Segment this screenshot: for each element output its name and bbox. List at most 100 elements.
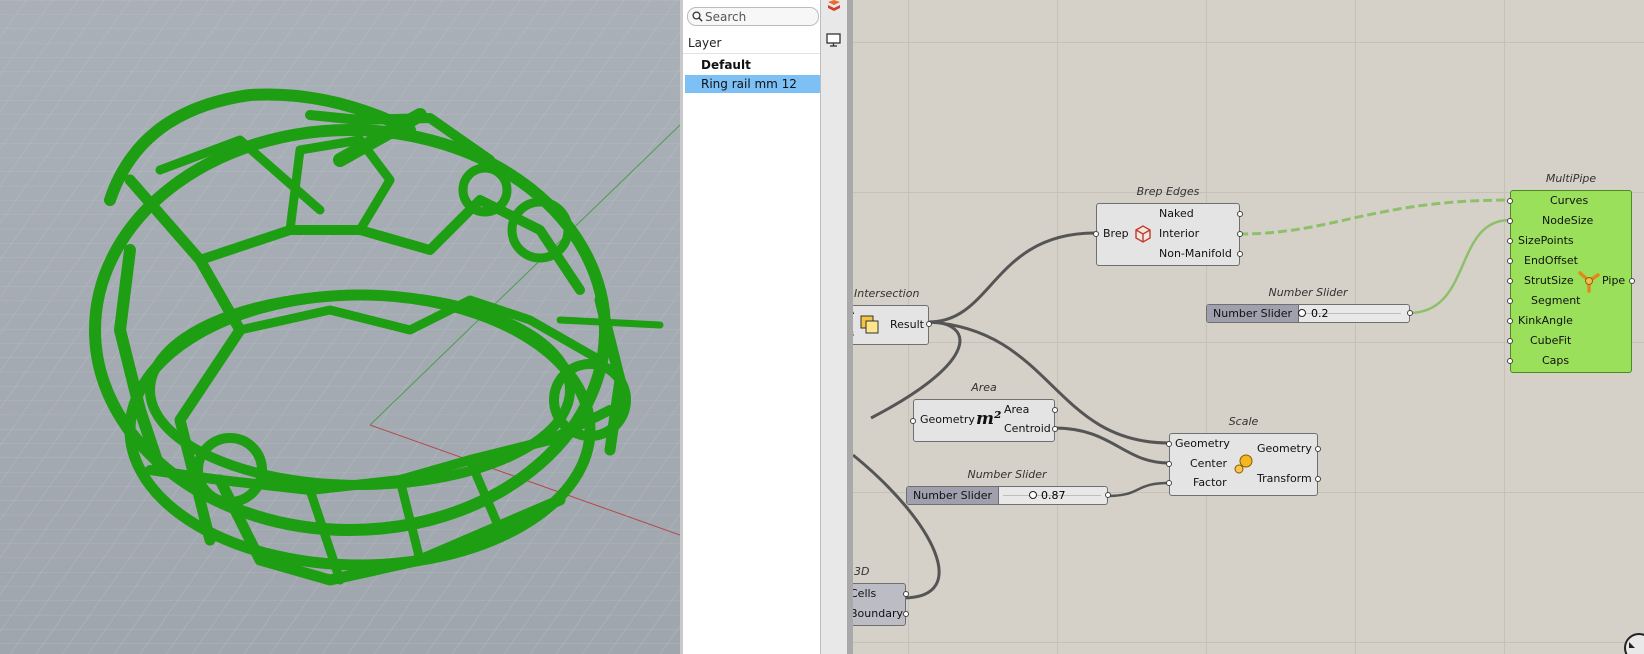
- cells-output-pin[interactable]: [903, 591, 909, 597]
- curves-input-pin[interactable]: [1507, 198, 1513, 204]
- brep-cube-icon: [1135, 225, 1151, 243]
- brep-edges-input-brep: Brep: [1103, 227, 1129, 240]
- scale-transform-output-pin[interactable]: [1315, 476, 1321, 482]
- multipipe-input-strutsize: StrutSize: [1524, 274, 1574, 287]
- number-slider-1-title: Number Slider: [1268, 286, 1348, 299]
- layers-tab-icon[interactable]: [826, 0, 841, 12]
- intersection-output-result: Result: [890, 318, 924, 331]
- strutsize-input-pin[interactable]: [1507, 278, 1513, 284]
- boundary-output-pin[interactable]: [903, 611, 909, 617]
- intersection-input-a: A: [853, 307, 854, 317]
- endoffset-input-pin[interactable]: [1507, 258, 1513, 264]
- multipipe-input-sizepoints: SizePoints: [1518, 234, 1574, 247]
- area-output-centroid: Centroid: [1004, 422, 1051, 435]
- number-slider-2-output-pin[interactable]: [1105, 492, 1111, 498]
- scale-title: Scale: [1228, 415, 1259, 428]
- naked-output-pin[interactable]: [1237, 211, 1243, 217]
- number-slider-2-title: Number Slider: [967, 468, 1047, 481]
- wire-slider-factor: [1106, 481, 1170, 498]
- area-output-area: Area: [1004, 403, 1030, 416]
- search-input[interactable]: Search: [687, 7, 819, 26]
- wire-centroid-center: [1053, 426, 1170, 465]
- number-slider-1-knob[interactable]: [1298, 309, 1306, 317]
- multipipe-input-caps: Caps: [1542, 354, 1570, 367]
- non-manifold-output-pin[interactable]: [1237, 251, 1243, 257]
- scale-geometry-output-pin[interactable]: [1315, 446, 1321, 452]
- layer-item-ring-rail[interactable]: Ring rail mm 12: [685, 75, 820, 93]
- wire-slider-nodesize: [1408, 218, 1511, 315]
- layer-item-default[interactable]: Default: [685, 56, 820, 74]
- pipe-output-pin[interactable]: [1629, 278, 1635, 284]
- scale-center-input-pin[interactable]: [1166, 461, 1172, 467]
- number-slider-2-label: Number Slider: [907, 487, 1000, 504]
- caps-input-pin[interactable]: [1507, 358, 1513, 364]
- multipipe-title: MultiPipe: [1545, 172, 1597, 185]
- multipipe-node-icon: [1578, 271, 1600, 293]
- wire-intersection-brep: [928, 231, 1096, 324]
- layer-column-header[interactable]: Layer: [683, 33, 820, 54]
- voronoi-output-cells: Cells: [853, 587, 877, 600]
- scale-factor-input-pin[interactable]: [1166, 480, 1172, 486]
- brep-edges-output-interior: Interior: [1159, 227, 1200, 240]
- brep-edges-output-non-manifold: Non-Manifold: [1159, 247, 1232, 260]
- voronoi-output-boundary: Boundary: [853, 607, 903, 620]
- canvas-navigation-icon[interactable]: [1621, 628, 1644, 654]
- scale-input-center: Center: [1190, 457, 1228, 470]
- number-slider-2-value: 0.87: [1041, 489, 1066, 502]
- multipipe-component[interactable]: MultiPipe Curves NodeSize SizePoints End…: [1507, 172, 1635, 373]
- scale-geometry-input-pin[interactable]: [1166, 441, 1172, 447]
- viewport-scene: [0, 0, 680, 654]
- area-m2-icon: m²: [976, 409, 1002, 429]
- brep-edges-title: Brep Edges: [1136, 185, 1200, 198]
- area-input-geometry: Geometry: [920, 413, 975, 426]
- multipipe-output-pipe: Pipe: [1602, 274, 1626, 287]
- kinkangle-input-pin[interactable]: [1507, 318, 1513, 324]
- search-icon: [692, 11, 703, 22]
- intersection-component[interactable]: Intersection A B Result: [853, 287, 932, 345]
- layers-panel: Search Layer Default Ring rail mm 12: [680, 0, 821, 654]
- multipipe-input-nodesize: NodeSize: [1542, 214, 1594, 227]
- brep-edges-component[interactable]: Brep Edges Brep Naked Interior Non-Manif…: [1093, 185, 1243, 266]
- multipipe-input-cubefit: CubeFit: [1530, 334, 1572, 347]
- intersection-input-b: B: [853, 330, 854, 340]
- area-title: Area: [971, 381, 997, 394]
- scale-component[interactable]: Scale Geometry Center Factor Geometry Tr…: [1166, 415, 1321, 496]
- multipipe-input-curves: Curves: [1550, 194, 1589, 207]
- panel-tool-strip: [821, 0, 853, 654]
- voronoi-3d-component[interactable]: 3D Cells Boundary: [853, 565, 909, 626]
- grasshopper-canvas[interactable]: Intersection A B Result Brep Edges Brep …: [853, 0, 1644, 654]
- cubefit-input-pin[interactable]: [1507, 338, 1513, 344]
- intersection-title: Intersection: [854, 287, 920, 300]
- scale-output-geometry: Geometry: [1257, 442, 1312, 455]
- interior-output-pin[interactable]: [1237, 231, 1243, 237]
- number-slider-1[interactable]: Number Slider Number Slider 0.2: [1206, 286, 1413, 323]
- multipipe-input-segment: Segment: [1531, 294, 1581, 307]
- area-input-pin[interactable]: [910, 418, 916, 424]
- intersection-output-pin[interactable]: [926, 321, 932, 327]
- display-monitor-icon[interactable]: [826, 33, 841, 47]
- wire-interior-curves: [1238, 198, 1511, 236]
- number-slider-1-label: Number Slider: [1207, 305, 1300, 322]
- segment-input-pin[interactable]: [1507, 298, 1513, 304]
- scale-input-factor: Factor: [1193, 476, 1227, 489]
- intersection-icon: [860, 315, 879, 334]
- search-placeholder: Search: [705, 10, 747, 24]
- number-slider-2-knob[interactable]: [1029, 491, 1037, 499]
- voronoi-3d-title: 3D: [854, 565, 870, 578]
- number-slider-2[interactable]: Number Slider Number Slider 0.87: [906, 468, 1111, 505]
- rhino-viewport[interactable]: [0, 0, 680, 654]
- multipipe-input-endoffset: EndOffset: [1524, 254, 1578, 267]
- scale-output-transform: Transform: [1257, 472, 1312, 485]
- number-slider-1-value: 0.2: [1311, 307, 1329, 320]
- multipipe-input-kinkangle: KinkAngle: [1518, 314, 1573, 327]
- nodesize-input-pin[interactable]: [1507, 218, 1513, 224]
- scale-spheres-icon: [1234, 454, 1253, 474]
- area-output-pin[interactable]: [1052, 407, 1058, 413]
- brep-input-pin[interactable]: [1093, 231, 1099, 237]
- number-slider-1-output-pin[interactable]: [1407, 310, 1413, 316]
- sizepoints-input-pin[interactable]: [1507, 238, 1513, 244]
- centroid-output-pin[interactable]: [1052, 426, 1058, 432]
- area-component[interactable]: Area Geometry m² Area Centroid: [910, 381, 1058, 442]
- brep-edges-output-naked: Naked: [1159, 207, 1194, 220]
- scale-input-geometry: Geometry: [1175, 437, 1230, 450]
